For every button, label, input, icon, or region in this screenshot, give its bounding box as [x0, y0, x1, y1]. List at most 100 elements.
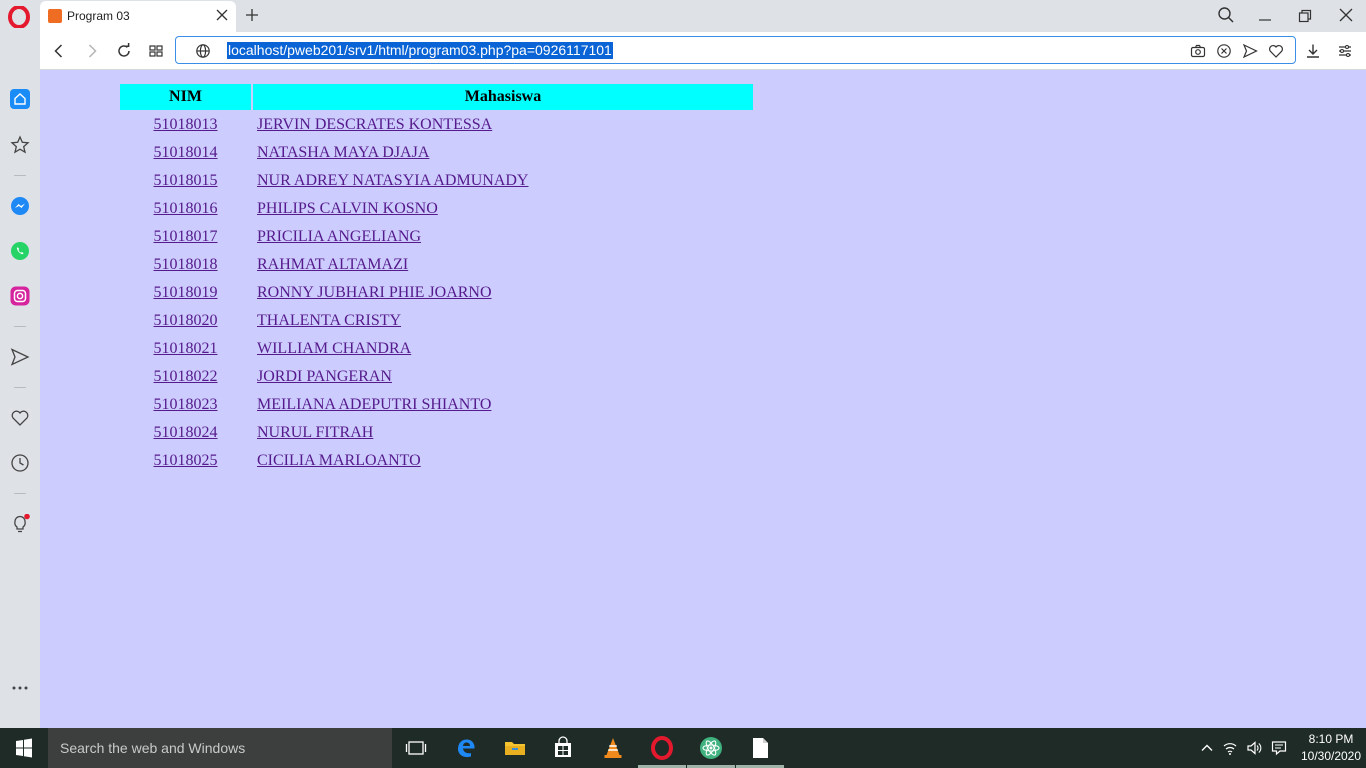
atom-editor-icon[interactable]: [699, 736, 723, 760]
nim-link[interactable]: 51018015: [154, 172, 218, 189]
nim-link[interactable]: 51018013: [154, 116, 218, 133]
student-name-link[interactable]: THALENTA CRISTY: [257, 312, 401, 329]
opera-taskbar-icon[interactable]: [650, 736, 674, 760]
student-name-link[interactable]: RONNY JUBHARI PHIE JOARNO: [257, 284, 492, 301]
nim-link[interactable]: 51018025: [154, 452, 218, 469]
nim-link[interactable]: 51018018: [154, 256, 218, 273]
tab-snapshot-icon[interactable]: [147, 42, 165, 60]
globe-icon[interactable]: [195, 43, 211, 59]
nim-link[interactable]: 51018014: [154, 144, 218, 161]
nim-link[interactable]: 51018022: [154, 368, 218, 385]
nim-link[interactable]: 51018020: [154, 312, 218, 329]
student-name-link[interactable]: WILLIAM CHANDRA: [257, 340, 411, 357]
student-name-link[interactable]: NATASHA MAYA DJAJA: [257, 144, 429, 161]
student-name-link[interactable]: PHILIPS CALVIN KOSNO: [257, 200, 438, 217]
heart-icon[interactable]: [1268, 43, 1284, 59]
opera-logo-icon[interactable]: [8, 6, 30, 28]
search-tabs-icon[interactable]: [1217, 6, 1235, 24]
back-icon[interactable]: [50, 42, 68, 60]
show-hidden-icons-chevron-icon[interactable]: [1199, 740, 1215, 756]
table-body: 51018013 JERVIN DESCRATES KONTESSA 5101801…: [120, 112, 753, 474]
notepad-document-icon[interactable]: [748, 736, 772, 760]
url-text[interactable]: localhost/pweb201/srv1/html/program03.ph…: [227, 42, 613, 59]
my-flow-send-icon[interactable]: [10, 347, 30, 367]
speed-dial-star-icon[interactable]: [10, 135, 30, 155]
student-name-link[interactable]: RAHMAT ALTAMAZI: [257, 256, 408, 273]
personal-news-lightbulb-icon[interactable]: [10, 514, 30, 534]
student-name-link[interactable]: PRICILIA ANGELIANG: [257, 228, 421, 245]
wifi-icon[interactable]: [1222, 740, 1238, 756]
task-view-icon[interactable]: [404, 736, 428, 760]
student-name-cell: RONNY JUBHARI PHIE JOARNO: [253, 280, 753, 306]
tab-strip: Program 03: [0, 0, 1366, 32]
sidebar-separator: [14, 326, 26, 327]
nim-link[interactable]: 51018021: [154, 340, 218, 357]
student-name-cell: NUR ADREY NATASYIA ADMUNADY: [253, 168, 753, 194]
nim-cell: 51018014: [120, 140, 251, 166]
vlc-player-icon[interactable]: [601, 736, 625, 760]
student-name-link[interactable]: CICILIA MARLOANTO: [257, 452, 421, 469]
nim-link[interactable]: 51018017: [154, 228, 218, 245]
download-icon[interactable]: [1304, 42, 1322, 60]
table-row: 51018017 PRICILIA ANGELIANG: [120, 224, 753, 250]
xampp-favicon-icon: [48, 9, 62, 23]
nim-cell: 51018021: [120, 336, 251, 362]
table-row: 51018024 NURUL FITRAH: [120, 420, 753, 446]
easy-setup-icon[interactable]: [1336, 42, 1354, 60]
student-name-cell: JERVIN DESCRATES KONTESSA: [253, 112, 753, 138]
browser-tab[interactable]: Program 03: [40, 1, 236, 32]
nim-link[interactable]: 51018016: [154, 200, 218, 217]
student-name-link[interactable]: MEILIANA ADEPUTRI SHIANTO: [257, 396, 491, 413]
student-name-cell: CICILIA MARLOANTO: [253, 448, 753, 474]
store-icon[interactable]: [551, 736, 575, 760]
student-name-cell: THALENTA CRISTY: [253, 308, 753, 334]
ad-blocker-icon[interactable]: [1216, 43, 1232, 59]
minimize-icon[interactable]: [1257, 8, 1273, 24]
table-row: 51018014 NATASHA MAYA DJAJA: [120, 140, 753, 166]
table-row: 51018018 RAHMAT ALTAMAZI: [120, 252, 753, 278]
nim-cell: 51018025: [120, 448, 251, 474]
clock-time[interactable]: 8:10 PM: [1296, 732, 1366, 746]
nim-cell: 51018022: [120, 364, 251, 390]
student-name-link[interactable]: NURUL FITRAH: [257, 424, 373, 441]
edge-browser-icon[interactable]: [454, 736, 478, 760]
home-icon[interactable]: [10, 89, 30, 109]
new-tab-icon[interactable]: [244, 7, 260, 23]
close-tab-icon[interactable]: [214, 7, 230, 23]
nim-cell: 51018016: [120, 196, 251, 222]
restore-icon[interactable]: [1297, 8, 1313, 24]
file-explorer-icon[interactable]: [503, 736, 527, 760]
history-clock-icon[interactable]: [10, 453, 30, 473]
nim-cell: 51018020: [120, 308, 251, 334]
nim-link[interactable]: 51018024: [154, 424, 218, 441]
nim-link[interactable]: 51018019: [154, 284, 218, 301]
table-row: 51018019 RONNY JUBHARI PHIE JOARNO: [120, 280, 753, 306]
student-name-link[interactable]: NUR ADREY NATASYIA ADMUNADY: [257, 172, 528, 189]
more-options-icon[interactable]: [10, 678, 30, 698]
table-row: 51018016 PHILIPS CALVIN KOSNO: [120, 196, 753, 222]
clock-date[interactable]: 10/30/2020: [1296, 749, 1366, 763]
address-bar[interactable]: localhost/pweb201/srv1/html/program03.ph…: [175, 36, 1296, 64]
taskbar-search-box[interactable]: Search the web and Windows: [48, 728, 392, 768]
whatsapp-icon[interactable]: [10, 241, 30, 261]
forward-icon[interactable]: [83, 42, 101, 60]
reload-icon[interactable]: [115, 42, 133, 60]
windows-taskbar: Search the web and Windows 8:10 PM 10/30…: [0, 728, 1366, 768]
windows-start-icon[interactable]: [0, 728, 48, 768]
student-name-link[interactable]: JORDI PANGERAN: [257, 368, 392, 385]
camera-icon[interactable]: [1190, 43, 1206, 59]
sidebar-separator: [14, 387, 26, 388]
messenger-icon[interactable]: [10, 196, 30, 216]
system-tray: [1195, 728, 1305, 768]
notifications-icon[interactable]: [1271, 740, 1287, 756]
table-row: 51018025 CICILIA MARLOANTO: [120, 448, 753, 474]
sidebar-separator: [14, 175, 26, 176]
bookmarks-heart-icon[interactable]: [10, 408, 30, 428]
volume-icon[interactable]: [1246, 740, 1262, 756]
student-name-link[interactable]: JERVIN DESCRATES KONTESSA: [257, 116, 492, 133]
sidebar: [0, 32, 40, 728]
instagram-icon[interactable]: [10, 286, 30, 306]
close-window-icon[interactable]: [1338, 7, 1354, 23]
send-icon[interactable]: [1242, 43, 1258, 59]
nim-link[interactable]: 51018023: [154, 396, 218, 413]
